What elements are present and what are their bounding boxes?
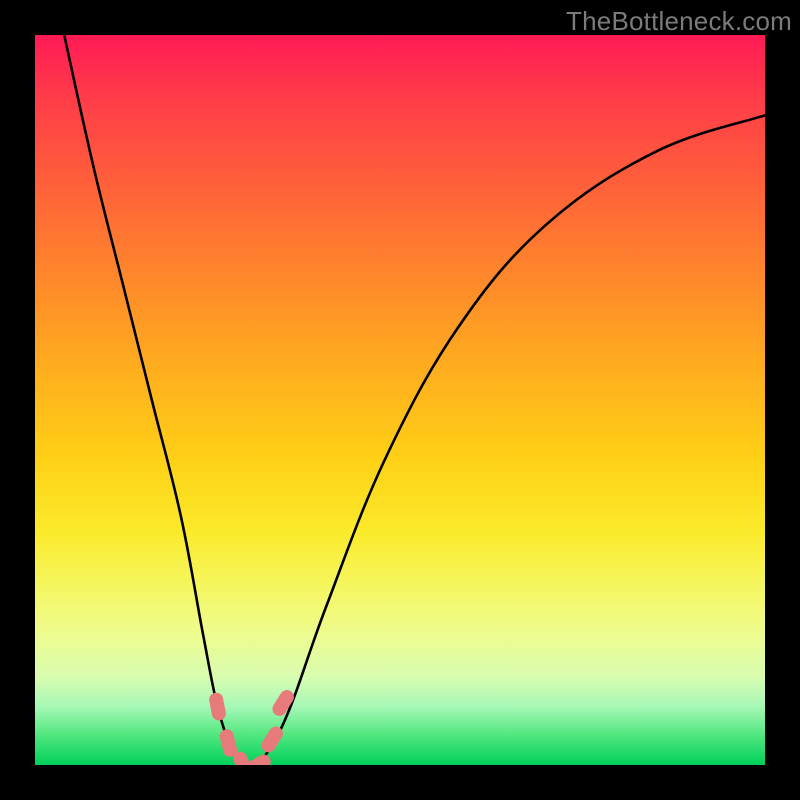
chart-frame: TheBottleneck.com: [0, 0, 800, 800]
curve-svg: [35, 35, 765, 765]
watermark-text: TheBottleneck.com: [566, 6, 792, 37]
plot-area: [35, 35, 765, 765]
bottleneck-curve: [64, 35, 765, 765]
marker-left-marker-upper: [208, 692, 227, 722]
